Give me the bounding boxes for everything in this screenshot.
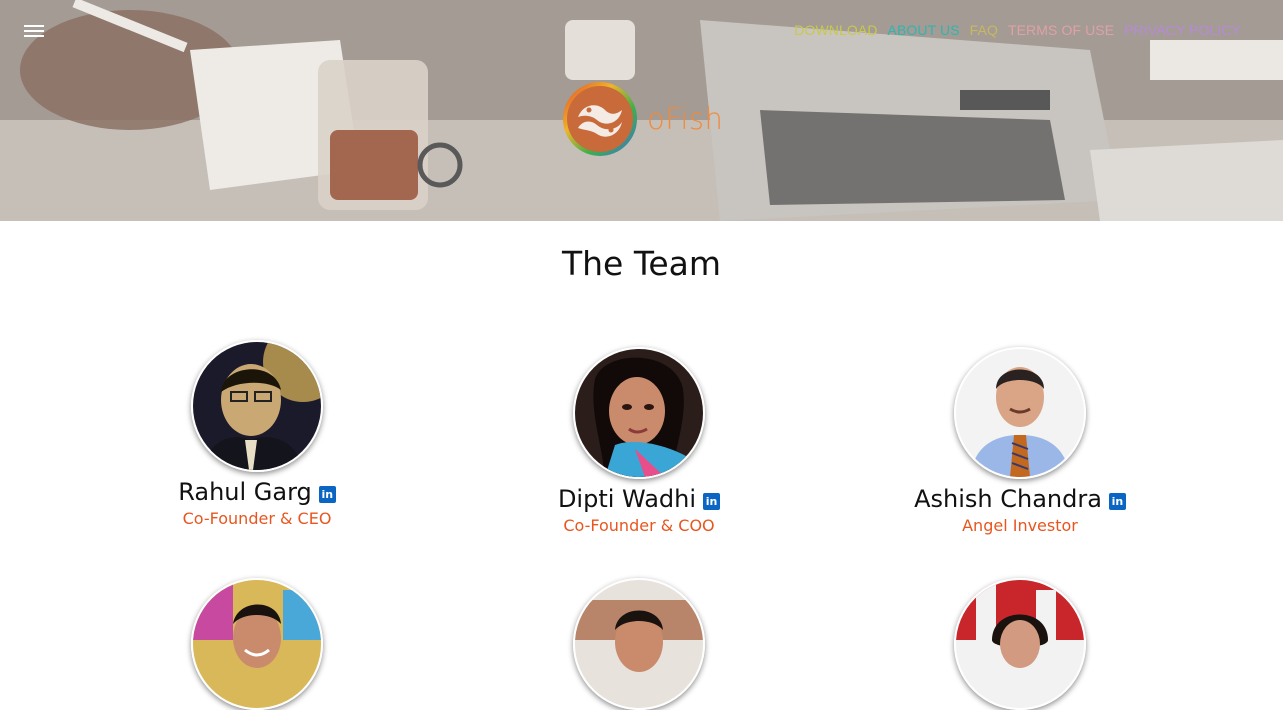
nav-terms-of-use[interactable]: TERMS OF USE	[1008, 22, 1114, 38]
nav-about-us[interactable]: ABOUT US	[888, 22, 960, 38]
nav-privacy-policy[interactable]: PRIVACY POLICY	[1124, 22, 1241, 38]
hero-banner: DOWNLOAD ABOUT US FAQ TERMS OF USE PRIVA…	[0, 0, 1283, 221]
avatar	[191, 578, 323, 710]
section-title: The Team	[561, 244, 722, 283]
team-member-card	[479, 578, 799, 710]
team-member-card	[97, 578, 417, 710]
hamburger-menu-icon[interactable]	[24, 24, 44, 38]
team-member-card: Dipti Wadhi in Co-Founder & COO	[479, 347, 799, 535]
avatar	[191, 340, 323, 472]
avatar	[954, 578, 1086, 710]
avatar	[573, 578, 705, 710]
nav-download[interactable]: DOWNLOAD	[794, 22, 877, 38]
member-role: Angel Investor	[962, 516, 1078, 535]
team-member-card: Ashish Chandra in Angel Investor	[860, 347, 1180, 535]
linkedin-icon[interactable]: in	[703, 492, 721, 510]
team-member-card	[860, 578, 1180, 710]
member-role: Co-Founder & COO	[563, 516, 715, 535]
linkedin-icon[interactable]: in	[318, 485, 336, 503]
member-name: Rahul Garg	[178, 478, 312, 506]
top-navigation: DOWNLOAD ABOUT US FAQ TERMS OF USE PRIVA…	[794, 22, 1241, 38]
member-name: Ashish Chandra	[914, 485, 1102, 513]
ofish-logo-icon	[563, 82, 637, 156]
linkedin-icon[interactable]: in	[1108, 492, 1126, 510]
nav-faq[interactable]: FAQ	[970, 22, 998, 38]
avatar	[573, 347, 705, 479]
member-name: Dipti Wadhi	[557, 485, 697, 513]
team-member-card: Rahul Garg in Co-Founder & CEO	[97, 340, 417, 528]
avatar	[954, 347, 1086, 479]
brand-name: oFish	[647, 102, 724, 136]
member-role: Co-Founder & CEO	[182, 509, 332, 528]
brand-logo[interactable]: oFish	[561, 79, 723, 159]
